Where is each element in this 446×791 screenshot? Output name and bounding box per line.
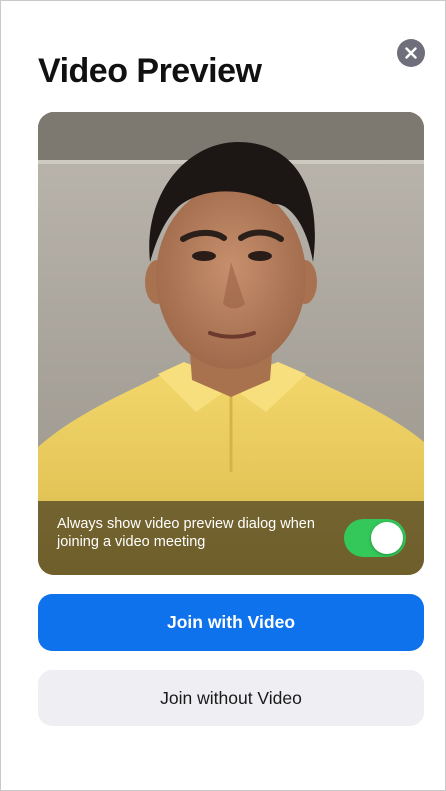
page-title: Video Preview	[38, 52, 262, 90]
preview-setting-bar: Always show video preview dialog when jo…	[38, 501, 424, 575]
camera-preview: Always show video preview dialog when jo…	[38, 112, 424, 575]
always-show-preview-label: Always show video preview dialog when jo…	[57, 516, 315, 550]
toggle-knob	[371, 522, 403, 554]
close-icon	[405, 47, 417, 59]
join-without-video-button[interactable]: Join without Video	[38, 670, 424, 726]
close-button[interactable]	[397, 39, 425, 67]
always-show-preview-toggle[interactable]	[344, 519, 406, 557]
join-with-video-button[interactable]: Join with Video	[38, 594, 424, 651]
video-preview-screen: Video Preview Always show video preview …	[0, 0, 446, 791]
